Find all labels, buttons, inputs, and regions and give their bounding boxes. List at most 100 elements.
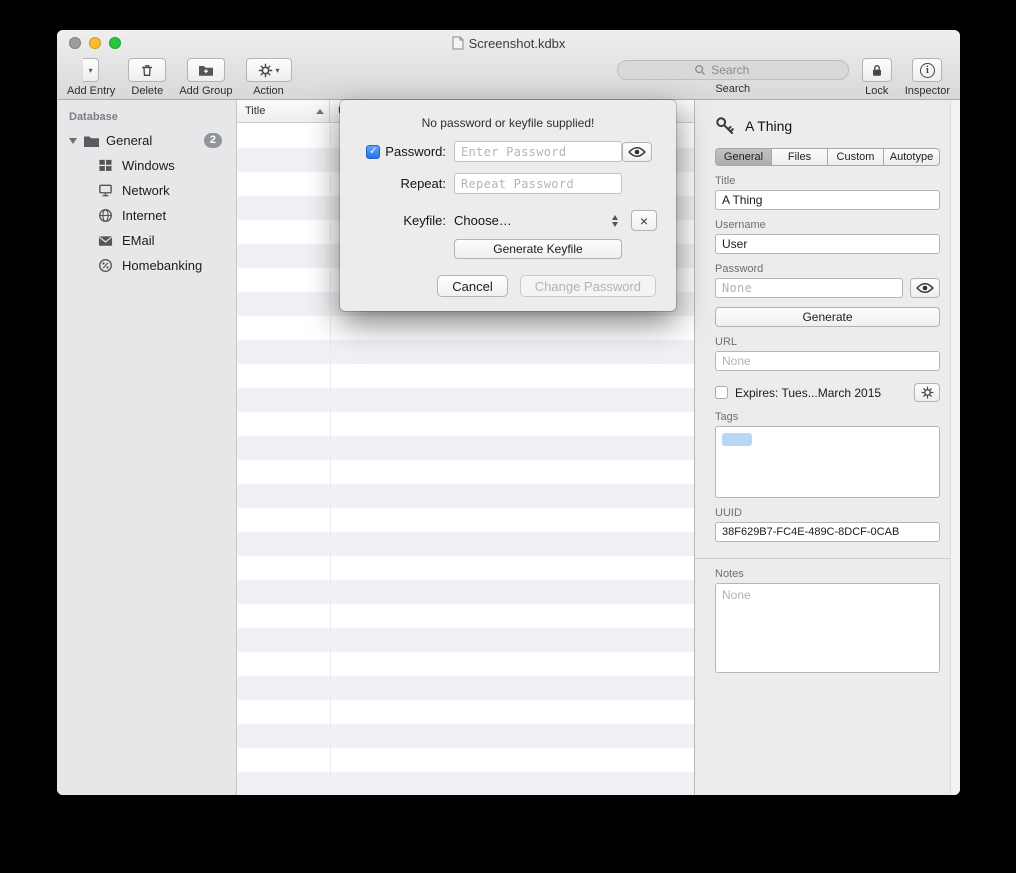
app-window: Screenshot.kdbx ▾ Add Entry Delete (57, 30, 960, 795)
keyfile-popup[interactable]: Choose… (454, 210, 622, 231)
group-count-badge: 2 (204, 133, 222, 148)
column-title-label: Title (245, 105, 265, 117)
tag-chip[interactable] (722, 433, 752, 446)
sidebar-group-general[interactable]: General 2 (57, 128, 236, 153)
title-field-label: Title (715, 175, 940, 187)
uuid-label: UUID (715, 507, 940, 519)
globe-icon (97, 207, 114, 224)
expires-checkbox[interactable] (715, 386, 728, 399)
tags-label: Tags (715, 411, 940, 423)
inspector-label: Inspector (905, 85, 950, 97)
eye-icon (916, 282, 934, 294)
password-label: Password: (385, 144, 446, 159)
url-field[interactable] (715, 351, 940, 371)
generate-keyfile-button[interactable]: Generate Keyfile (454, 239, 622, 259)
sidebar-item-homebanking[interactable]: Homebanking (57, 253, 236, 278)
folder-icon (83, 132, 100, 149)
repeat-row: Repeat: (358, 173, 658, 194)
change-password-dialog: No password or keyfile supplied! ✓ Passw… (340, 100, 676, 311)
title-field[interactable] (715, 190, 940, 210)
change-password-button[interactable]: Change Password (520, 275, 656, 297)
action-label: Action (253, 85, 284, 97)
inspector-panel: A Thing General Files Custom Autotype Ti… (695, 100, 960, 795)
disclosure-triangle-icon[interactable] (69, 138, 77, 144)
sidebar-group-label: General (106, 133, 152, 148)
sort-ascending-icon (316, 109, 324, 114)
titlebar[interactable]: Screenshot.kdbx (57, 30, 960, 56)
lock-button[interactable] (862, 58, 892, 82)
info-icon: i (920, 63, 935, 78)
repeat-label: Repeat: (400, 176, 446, 191)
add-entry-label: Add Entry (67, 85, 115, 97)
password-field-label: Password (715, 263, 940, 275)
gear-icon (921, 386, 934, 399)
tab-custom[interactable]: Custom (828, 149, 884, 165)
percent-icon (97, 257, 114, 274)
envelope-icon (97, 232, 114, 249)
uuid-field[interactable] (715, 522, 940, 542)
expires-settings-button[interactable] (914, 383, 940, 402)
column-header-title[interactable]: Title (237, 100, 330, 122)
sidebar-item-label: Internet (122, 208, 166, 223)
toolbar-item-delete: Delete (128, 58, 166, 97)
sidebar-item-email[interactable]: EMail (57, 228, 236, 253)
window-chrome: Screenshot.kdbx ▾ Add Entry Delete (57, 30, 960, 100)
popup-stepper-icon (612, 215, 618, 227)
lock-icon (870, 63, 884, 78)
search-input[interactable] (711, 63, 771, 77)
reveal-password-button[interactable] (910, 278, 940, 298)
tab-general[interactable]: General (716, 149, 772, 165)
sidebar-item-internet[interactable]: Internet (57, 203, 236, 228)
repeat-password-input[interactable] (454, 173, 622, 194)
password-checkbox[interactable]: ✓ (366, 145, 380, 159)
lock-label: Lock (865, 85, 888, 97)
sidebar-item-network[interactable]: Network (57, 178, 236, 203)
folder-plus-icon (198, 63, 214, 77)
action-button[interactable]: ▾ (246, 58, 292, 82)
generate-password-button[interactable]: Generate (715, 307, 940, 327)
toolbar-item-lock: Lock (862, 58, 892, 97)
url-field-label: URL (715, 336, 940, 348)
sidebar-item-label: Homebanking (122, 258, 202, 273)
inspector-tabs: General Files Custom Autotype (715, 148, 940, 166)
document-icon (452, 36, 464, 50)
notes-field[interactable] (715, 583, 940, 673)
cancel-button[interactable]: Cancel (437, 275, 507, 297)
add-group-button[interactable] (187, 58, 225, 82)
tab-autotype[interactable]: Autotype (884, 149, 939, 165)
search-icon (694, 64, 706, 76)
notes-label: Notes (715, 568, 940, 580)
sidebar-item-label: Network (122, 183, 170, 198)
add-entry-dropdown-button[interactable]: ▾ (83, 58, 99, 82)
key-icon (715, 116, 735, 136)
inspector-button[interactable]: i (912, 58, 942, 82)
username-field[interactable] (715, 234, 940, 254)
windows-icon (97, 157, 114, 174)
sidebar-item-windows[interactable]: Windows (57, 153, 236, 178)
eye-icon (628, 146, 646, 158)
delete-label: Delete (131, 85, 163, 97)
inspector-divider (695, 558, 960, 559)
search-field[interactable] (617, 60, 849, 80)
tab-files[interactable]: Files (772, 149, 828, 165)
tags-box[interactable] (715, 426, 940, 498)
chevron-down-icon: ▾ (276, 66, 280, 75)
inspector-header: A Thing (715, 116, 940, 136)
sidebar-item-label: EMail (122, 233, 155, 248)
scrollbar[interactable] (950, 100, 960, 795)
clear-keyfile-button[interactable]: × (631, 210, 657, 231)
password-input[interactable] (454, 141, 622, 162)
add-group-label: Add Group (179, 85, 232, 97)
trash-icon (140, 63, 154, 78)
dialog-buttons: Cancel Change Password (360, 275, 656, 297)
toolbar: ▾ Add Entry Delete Add Group ▾ (57, 56, 960, 97)
network-icon (97, 182, 114, 199)
toolbar-item-inspector: i Inspector (905, 58, 950, 97)
keyfile-row: Keyfile: Choose… × (358, 210, 658, 231)
toolbar-item-search: Search (617, 60, 849, 95)
sidebar: Database General 2 Windows Network (57, 100, 237, 795)
delete-button[interactable] (128, 58, 166, 82)
password-field[interactable] (715, 278, 903, 298)
reveal-password-button[interactable] (622, 142, 652, 162)
window-title: Screenshot.kdbx (469, 36, 566, 51)
